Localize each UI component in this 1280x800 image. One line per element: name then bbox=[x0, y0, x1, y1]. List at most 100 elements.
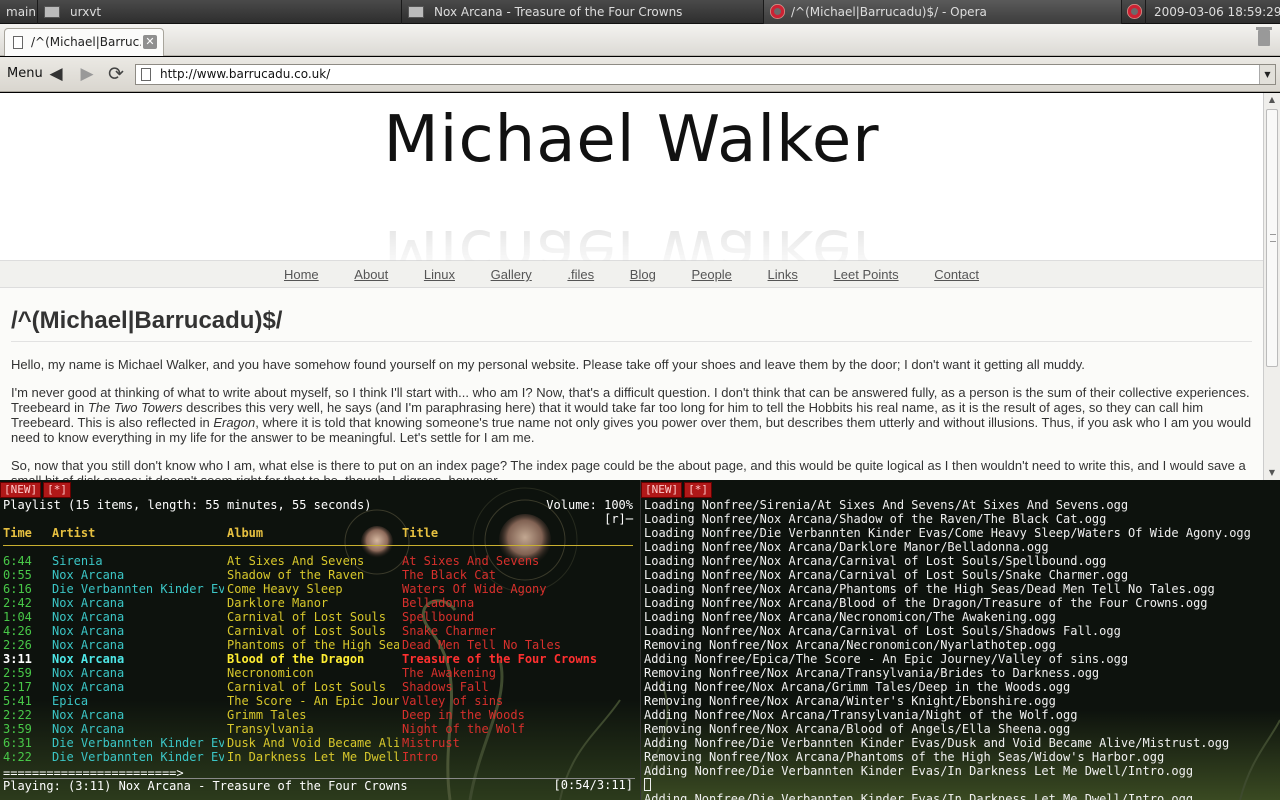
cell-title: Belladonna bbox=[402, 596, 475, 610]
column-artist: Artist bbox=[52, 526, 96, 540]
taskbar-window-label: urxvt bbox=[70, 5, 102, 19]
log-line: Removing Nonfree/Nox Arcana/Transylvania… bbox=[644, 666, 1100, 680]
cell-time: 6:44 bbox=[3, 554, 32, 568]
nav-link-blog[interactable]: Blog bbox=[630, 267, 656, 282]
playlist-row-current[interactable]: 3:11 Nox Arcana Blood of the Dragon Treasur… bbox=[3, 652, 633, 666]
nav-link-about[interactable]: About bbox=[354, 267, 388, 282]
tab-barrucadu[interactable]: /^(Michael|Barruc... ✕ bbox=[4, 28, 164, 56]
cell-artist: Die Verbannten Kinder Ev bbox=[52, 582, 224, 596]
column-time: Time bbox=[3, 526, 32, 540]
cell-time: 4:26 bbox=[3, 624, 32, 638]
tab-label: /^(Michael|Barruc... bbox=[31, 35, 141, 49]
playlist-row[interactable]: 1:04 Nox Arcana Carnival of Lost Souls Spel… bbox=[3, 610, 633, 624]
url-text[interactable]: http://www.barrucadu.co.uk/ bbox=[160, 67, 330, 81]
cell-artist: Nox Arcana bbox=[52, 596, 125, 610]
playlist-row[interactable]: 4:26 Nox Arcana Carnival of Lost Souls Snak… bbox=[3, 624, 633, 638]
cell-artist: Epica bbox=[52, 694, 89, 708]
cell-time: 6:31 bbox=[3, 736, 32, 750]
cell-artist: Die Verbannten Kinder Ev bbox=[52, 736, 224, 750]
cell-title: Spellbound bbox=[402, 610, 475, 624]
trash-icon[interactable] bbox=[1256, 27, 1272, 46]
cell-title: The Awakening bbox=[402, 666, 496, 680]
log-line: Removing Nonfree/Nox Arcana/Phantoms of … bbox=[644, 750, 1165, 764]
cell-artist: Nox Arcana bbox=[52, 568, 125, 582]
playlist-row[interactable]: 6:16 Die Verbannten Kinder Ev Come Heavy S… bbox=[3, 582, 633, 596]
cell-time: 2:22 bbox=[3, 708, 32, 722]
cell-album: Dusk And Void Became Ali bbox=[227, 736, 399, 750]
clock: 2009-03-06 18:59:29 bbox=[1148, 0, 1280, 24]
chevron-down-icon[interactable]: ▼ bbox=[1259, 65, 1275, 84]
cell-album: Transylvania bbox=[227, 722, 314, 736]
cell-title: At Sixes And Sevens bbox=[402, 554, 540, 568]
playlist-row[interactable]: 4:22 Die Verbannten Kinder Ev In Darkness … bbox=[3, 750, 633, 764]
scroll-down-icon[interactable]: ▼ bbox=[1264, 466, 1280, 480]
cell-time: 3:59 bbox=[3, 722, 32, 736]
playlist-row[interactable]: 0:55 Nox Arcana Shadow of the Raven The Bla… bbox=[3, 568, 633, 582]
cell-title: Dead Men Tell No Tales bbox=[402, 638, 561, 652]
now-playing-status: Playing: (3:11) Nox Arcana - Treasure of… bbox=[3, 778, 635, 793]
nav-link-gallery[interactable]: Gallery bbox=[491, 267, 532, 282]
terminal-tab-new[interactable]: [NEW] bbox=[0, 482, 42, 498]
site-header: Michael Walker Michael Walker bbox=[0, 93, 1263, 289]
playlist-row[interactable]: 2:22 Nox Arcana Grimm Tales Deep in the Woo… bbox=[3, 708, 633, 722]
cell-artist: Nox Arcana bbox=[52, 722, 125, 736]
address-bar[interactable]: http://www.barrucadu.co.uk/ ▼ bbox=[135, 64, 1276, 85]
nav-link-links[interactable]: Links bbox=[768, 267, 798, 282]
cell-album: Carnival of Lost Souls bbox=[227, 624, 386, 638]
cell-time: 4:22 bbox=[3, 750, 32, 764]
log-line: Adding Nonfree/Die Verbannten Kinder Eva… bbox=[644, 736, 1230, 750]
index-paragraph: So, now that you still don't know who I … bbox=[11, 458, 1246, 480]
workspace-label[interactable]: main bbox=[0, 0, 38, 24]
nav-link-people[interactable]: People bbox=[691, 267, 731, 282]
terminal-tab-star[interactable]: [*] bbox=[43, 482, 71, 498]
terminal-tab-new[interactable]: [NEW] bbox=[641, 482, 683, 498]
cell-title: Deep in the Woods bbox=[402, 708, 525, 722]
cell-artist: Nox Arcana bbox=[52, 610, 125, 624]
taskbar-window-player[interactable]: Nox Arcana - Treasure of the Four Crowns bbox=[402, 0, 764, 24]
playlist-row[interactable]: 2:42 Nox Arcana Darklore Manor Belladonna bbox=[3, 596, 633, 610]
terminal-tab-star[interactable]: [*] bbox=[684, 482, 712, 498]
taskbar-window-opera[interactable]: /^(Michael|Barrucadu)$/ - Opera bbox=[764, 0, 1122, 24]
close-tab-icon[interactable]: ✕ bbox=[143, 35, 157, 49]
log-terminal[interactable]: [NEW] [*] Loading Nonfree/Sirenia/At Sixe… bbox=[640, 480, 1280, 800]
playlist-row[interactable]: 3:59 Nox Arcana Transylvania Night of the W… bbox=[3, 722, 633, 736]
log-line: Loading Nonfree/Nox Arcana/Carnival of L… bbox=[644, 554, 1107, 568]
log-line: Removing Nonfree/Nox Arcana/Blood of Ang… bbox=[644, 722, 1071, 736]
cell-artist: Nox Arcana bbox=[52, 624, 125, 638]
playlist-row[interactable]: 2:26 Nox Arcana Phantoms of the High Sea De… bbox=[3, 638, 633, 652]
taskbar-window-label: /^(Michael|Barrucadu)$/ - Opera bbox=[791, 5, 987, 19]
tray-opera[interactable] bbox=[1122, 0, 1146, 24]
cell-title: Snake Charmer bbox=[402, 624, 496, 638]
page-scrollbar[interactable]: ▲ ▼ bbox=[1263, 93, 1280, 480]
playlist-row[interactable]: 2:17 Nox Arcana Carnival of Lost Souls Shad… bbox=[3, 680, 633, 694]
playlist-row[interactable]: 2:59 Nox Arcana Necronomicon The Awakening bbox=[3, 666, 633, 680]
cell-title: Shadows Fall bbox=[402, 680, 489, 694]
nav-link-contact[interactable]: Contact bbox=[934, 267, 979, 282]
log-line: Loading Nonfree/Nox Arcana/Darklore Mano… bbox=[644, 540, 1049, 554]
playlist-row[interactable]: 6:44 Sirenia At Sixes And Sevens At Sixes A… bbox=[3, 554, 633, 568]
menu-button[interactable]: Menu bbox=[7, 66, 43, 81]
nav-link-home[interactable]: Home bbox=[284, 267, 319, 282]
web-page-content: Michael Walker Michael Walker Home About… bbox=[0, 93, 1263, 480]
nav-link-linux[interactable]: Linux bbox=[424, 267, 455, 282]
music-player-terminal[interactable]: [NEW] [*] Playlist (15 items, length: 55 … bbox=[0, 480, 640, 800]
taskbar-window-urxvt[interactable]: urxvt bbox=[38, 0, 402, 24]
cell-title: Night of the Wolf bbox=[402, 722, 525, 736]
playlist-row[interactable]: 5:41 Epica The Score - An Epic Jour Valley … bbox=[3, 694, 633, 708]
scrollbar-thumb[interactable] bbox=[1266, 109, 1278, 367]
scroll-up-icon[interactable]: ▲ bbox=[1264, 93, 1280, 107]
cell-time: 5:41 bbox=[3, 694, 32, 708]
repeat-indicator: [r]─ bbox=[604, 512, 633, 526]
cell-album: Shadow of the Raven bbox=[227, 568, 365, 582]
cell-album: Carnival of Lost Souls bbox=[227, 610, 386, 624]
cell-title: Valley of sins bbox=[402, 694, 504, 708]
playlist-row[interactable]: 6:31 Die Verbannten Kinder Ev Dusk And Voi… bbox=[3, 736, 633, 750]
forward-arrow-icon[interactable]: ▶ bbox=[77, 64, 97, 84]
nav-link-leet-points[interactable]: Leet Points bbox=[834, 267, 899, 282]
back-arrow-icon[interactable]: ◀ bbox=[46, 64, 66, 84]
log-line: Loading Nonfree/Die Verbannten Kinder Ev… bbox=[644, 526, 1251, 540]
volume-indicator: Volume: 100% bbox=[546, 498, 633, 512]
reload-icon[interactable]: ⟳ bbox=[106, 64, 126, 84]
nav-link-files[interactable]: .files bbox=[567, 267, 594, 282]
cell-artist: Sirenia bbox=[52, 554, 103, 568]
